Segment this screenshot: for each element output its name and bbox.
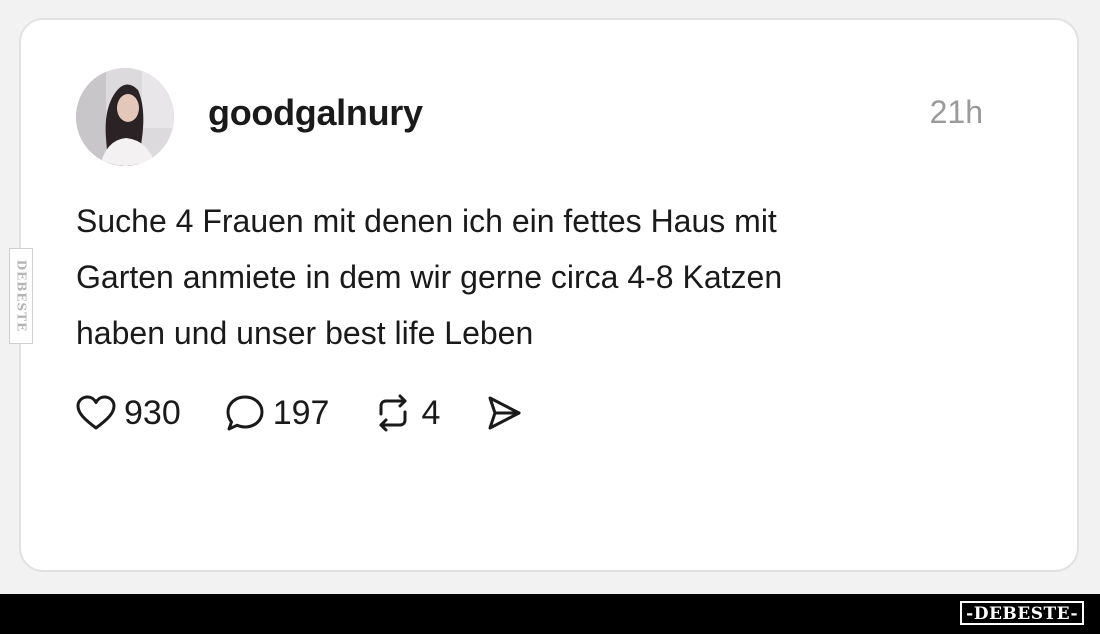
post-timestamp: 21h [929, 94, 983, 130]
comment-button[interactable]: 197 [225, 393, 330, 433]
like-button[interactable]: 930 [76, 394, 181, 433]
repost-count: 4 [421, 393, 441, 432]
like-count: 930 [124, 393, 181, 432]
post-card: goodgalnury 21h Suche 4 Frauen mit denen… [19, 18, 1079, 572]
bottom-watermark: -DEBESTE- [960, 601, 1084, 625]
side-watermark: DEBESTE [9, 248, 33, 344]
avatar-photo [76, 68, 174, 166]
share-button[interactable] [484, 394, 524, 432]
repost-button[interactable]: 4 [373, 394, 440, 433]
repost-icon [373, 394, 413, 432]
username[interactable]: goodgalnury [208, 92, 423, 134]
post-actions: 930 197 4 [76, 388, 568, 438]
bottom-bar: -DEBESTE- [0, 594, 1100, 634]
send-icon [484, 394, 524, 432]
comment-count: 197 [272, 393, 330, 432]
post-text: Suche 4 Frauen mit denen ich ein fettes … [76, 203, 783, 351]
avatar[interactable] [76, 68, 174, 166]
speech-bubble-icon [225, 394, 265, 432]
heart-icon [76, 395, 116, 431]
side-watermark-text: DEBESTE [14, 259, 28, 333]
